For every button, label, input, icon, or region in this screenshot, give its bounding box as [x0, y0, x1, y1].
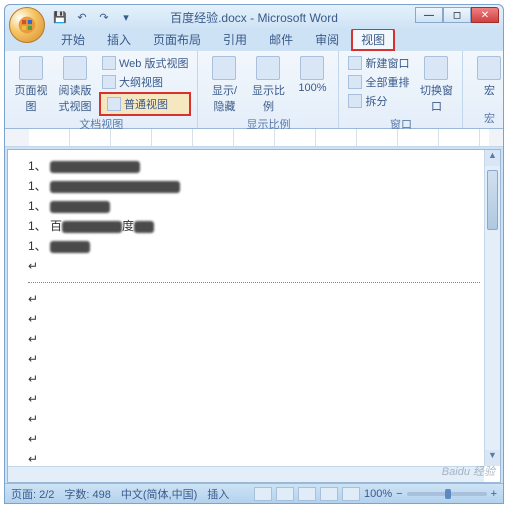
- statusbar: 页面: 2/2 字数: 498 中文(简体,中国) 插入 100% − +: [5, 483, 503, 503]
- reading-layout-icon: [63, 56, 87, 80]
- macros-icon: [477, 56, 501, 80]
- ribbon-tabs: 开始 插入 页面布局 引用 邮件 审阅 视图: [5, 29, 503, 51]
- doc-line[interactable]: ↵: [28, 369, 480, 389]
- group-document-views: 页面视图 阅读版式视图 Web 版式视图 大纲视图 普通视图 文档视图: [5, 51, 198, 128]
- doc-line[interactable]: 1、: [28, 236, 480, 256]
- normal-view-button[interactable]: 普通视图: [99, 92, 191, 116]
- status-words[interactable]: 字数: 498: [64, 486, 110, 502]
- page-layout-label: 页面视图: [13, 82, 49, 114]
- document-area[interactable]: 1、 1、 1、 1、 百度 1、 ↵ ↵ ↵ ↵ ↵ ↵ ↵ ↵ ↵ ↵ ↵ …: [7, 149, 501, 483]
- split-button[interactable]: 拆分: [345, 92, 412, 110]
- group-label-macros: 宏: [469, 110, 509, 126]
- redo-button[interactable]: ↷: [95, 8, 113, 26]
- statusbar-web-button[interactable]: [298, 487, 316, 501]
- page-layout-view-button[interactable]: 页面视图: [11, 54, 51, 116]
- section-break: [28, 282, 480, 283]
- new-window-icon: [348, 56, 362, 70]
- zoom-100-button[interactable]: 100%: [292, 54, 332, 96]
- tab-mailings[interactable]: 邮件: [259, 28, 303, 51]
- window-controls: — ◻ ✕: [415, 7, 499, 23]
- status-language[interactable]: 中文(简体,中国): [121, 486, 197, 502]
- split-icon: [348, 94, 362, 108]
- titlebar: 💾 ↶ ↷ ▾ 百度经验.docx - Microsoft Word — ◻ ✕: [5, 5, 503, 29]
- doc-line[interactable]: 1、: [28, 156, 480, 176]
- zoom-button[interactable]: 显示比例: [248, 54, 288, 116]
- quick-access-toolbar: 💾 ↶ ↷ ▾: [51, 8, 135, 26]
- statusbar-print-layout-button[interactable]: [254, 487, 272, 501]
- reading-layout-label: 阅读版式视图: [57, 82, 93, 114]
- tab-home[interactable]: 开始: [51, 28, 95, 51]
- zoom-slider-knob[interactable]: [445, 489, 451, 499]
- scroll-up-icon[interactable]: ▲: [485, 150, 500, 166]
- doc-line[interactable]: ↵: [28, 409, 480, 429]
- zoom-icon: [256, 56, 280, 80]
- group-macros: 宏 宏: [463, 51, 511, 128]
- ribbon: 页面视图 阅读版式视图 Web 版式视图 大纲视图 普通视图 文档视图 显示/隐…: [5, 51, 503, 129]
- maximize-button[interactable]: ◻: [443, 7, 471, 23]
- zoom-slider[interactable]: [407, 492, 487, 496]
- arrange-all-button[interactable]: 全部重排: [345, 73, 412, 91]
- reading-layout-view-button[interactable]: 阅读版式视图: [55, 54, 95, 116]
- office-logo-icon: [17, 15, 37, 35]
- horizontal-scrollbar[interactable]: [8, 466, 484, 482]
- tab-review[interactable]: 审阅: [305, 28, 349, 51]
- group-window: 新建窗口 全部重排 拆分 切换窗口 窗口: [339, 51, 463, 128]
- app-window: 💾 ↶ ↷ ▾ 百度经验.docx - Microsoft Word — ◻ ✕…: [4, 4, 504, 504]
- zoom-out-button[interactable]: −: [396, 488, 402, 500]
- window-title: 百度经验.docx - Microsoft Word: [170, 9, 338, 26]
- doc-line[interactable]: ↵: [28, 329, 480, 349]
- new-window-button[interactable]: 新建窗口: [345, 54, 412, 72]
- show-hide-icon: [212, 56, 236, 80]
- arrange-all-icon: [348, 75, 362, 89]
- doc-line[interactable]: ↵: [28, 389, 480, 409]
- zoom-percent[interactable]: 100%: [364, 488, 392, 500]
- status-page[interactable]: 页面: 2/2: [11, 486, 54, 502]
- macros-button[interactable]: 宏: [469, 54, 509, 100]
- tab-insert[interactable]: 插入: [97, 28, 141, 51]
- scroll-thumb[interactable]: [487, 170, 498, 230]
- undo-button[interactable]: ↶: [73, 8, 91, 26]
- ruler-scale: [29, 129, 489, 146]
- outline-view-button[interactable]: 大纲视图: [99, 73, 191, 91]
- doc-line[interactable]: ↵: [28, 309, 480, 329]
- doc-line[interactable]: ↵: [28, 289, 480, 309]
- doc-line[interactable]: ↵: [28, 429, 480, 449]
- switch-window-button[interactable]: 切换窗口: [416, 54, 456, 116]
- web-layout-icon: [102, 56, 116, 70]
- close-button[interactable]: ✕: [471, 7, 499, 23]
- web-layout-view-button[interactable]: Web 版式视图: [99, 54, 191, 72]
- doc-line[interactable]: ↵: [28, 349, 480, 369]
- minimize-button[interactable]: —: [415, 7, 443, 23]
- horizontal-ruler[interactable]: [5, 129, 503, 147]
- tab-references[interactable]: 引用: [213, 28, 257, 51]
- zoom-in-button[interactable]: +: [491, 488, 497, 500]
- doc-line[interactable]: 1、: [28, 196, 480, 216]
- outline-icon: [102, 75, 116, 89]
- normal-view-icon: [107, 97, 121, 111]
- document-content[interactable]: 1、 1、 1、 1、 百度 1、 ↵ ↵ ↵ ↵ ↵ ↵ ↵ ↵ ↵ ↵ ↵ …: [8, 150, 500, 483]
- watermark: Baidu 经验: [442, 463, 495, 479]
- zoom-100-icon: [300, 56, 324, 80]
- doc-line[interactable]: ↵: [28, 256, 480, 276]
- statusbar-draft-button[interactable]: [342, 487, 360, 501]
- vertical-scrollbar[interactable]: ▲ ▼: [484, 150, 500, 466]
- tab-page-layout[interactable]: 页面布局: [143, 28, 211, 51]
- tab-view[interactable]: 视图: [351, 28, 395, 51]
- save-button[interactable]: 💾: [51, 8, 69, 26]
- office-button[interactable]: [9, 7, 45, 43]
- page-layout-icon: [19, 56, 43, 80]
- show-hide-button[interactable]: 显示/隐藏: [204, 54, 244, 116]
- group-zoom: 显示/隐藏 显示比例 100% 显示比例: [198, 51, 339, 128]
- doc-line[interactable]: 1、 百度: [28, 216, 480, 236]
- statusbar-outline-button[interactable]: [320, 487, 338, 501]
- doc-line[interactable]: 1、: [28, 176, 480, 196]
- switch-window-icon: [424, 56, 448, 80]
- status-insert-mode[interactable]: 插入: [207, 486, 229, 502]
- statusbar-reading-button[interactable]: [276, 487, 294, 501]
- qat-customize-icon[interactable]: ▾: [117, 8, 135, 26]
